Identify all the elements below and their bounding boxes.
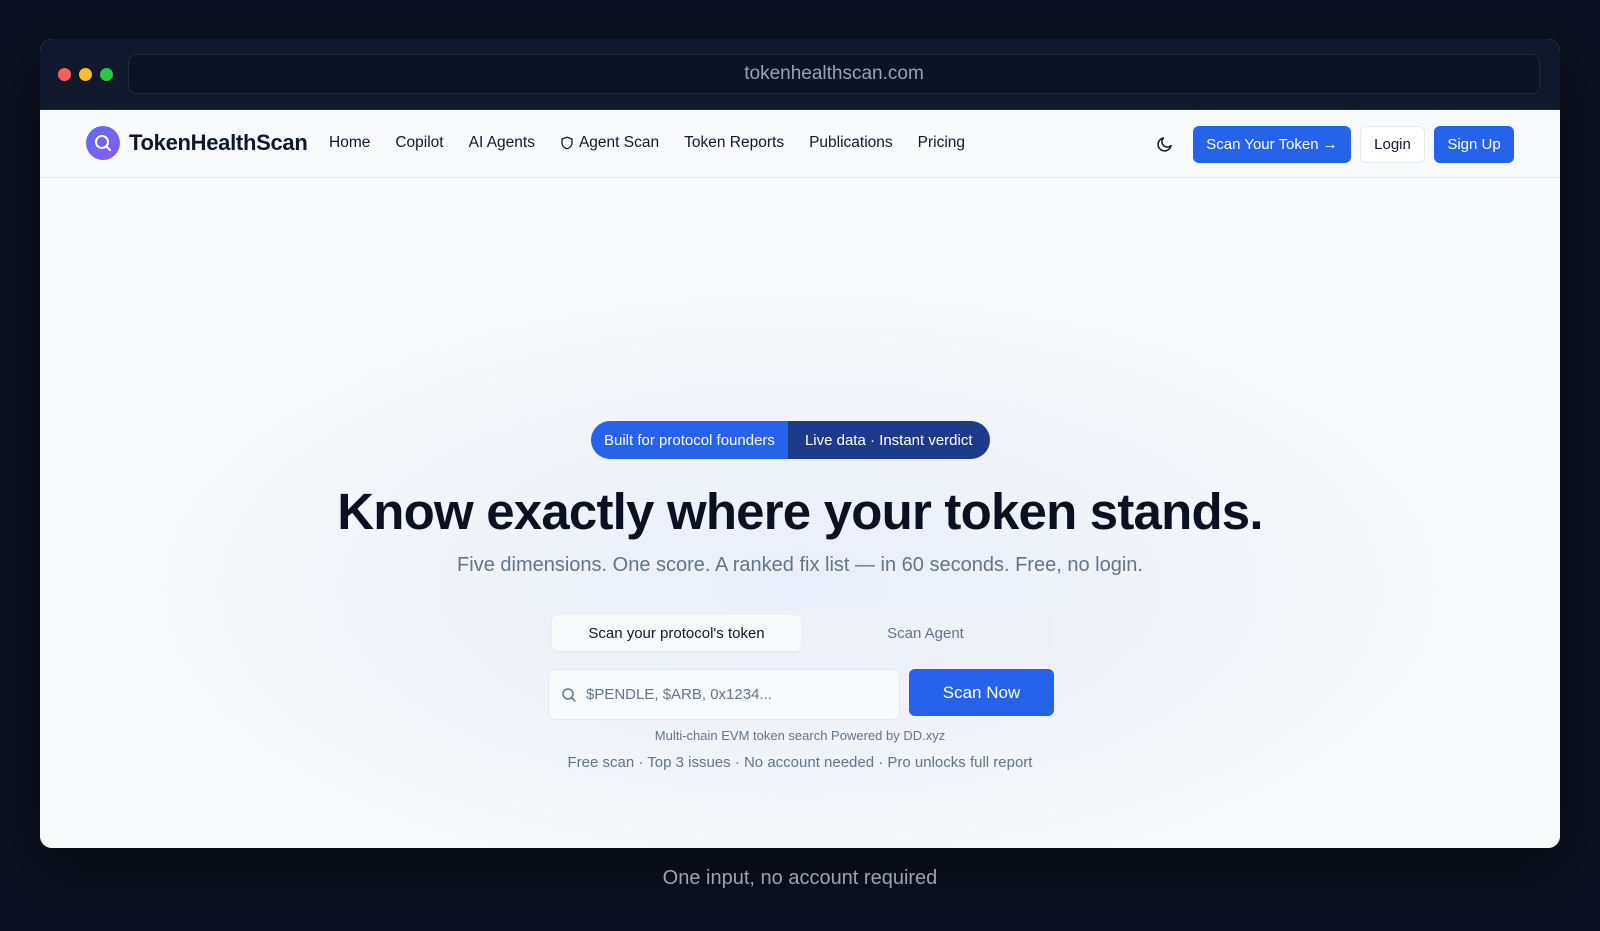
theme-toggle-button[interactable] bbox=[1153, 132, 1177, 156]
nav-links: Home Copilot AI Agents Agent Scan Token … bbox=[329, 134, 990, 152]
badge-live-data: Live data · Instant verdict bbox=[787, 421, 990, 459]
hero-headline: Know exactly where your token stands. bbox=[337, 483, 1263, 540]
login-button[interactable]: Login bbox=[1360, 126, 1425, 163]
badge-founders: Built for protocol founders bbox=[591, 421, 788, 459]
nav-link-publications[interactable]: Publications bbox=[809, 134, 893, 152]
hero-section: Built for protocol founders Live data · … bbox=[40, 179, 1560, 848]
address-bar-url: tokenhealthscan.com bbox=[744, 63, 924, 84]
brand-name[interactable]: TokenHealthScan bbox=[129, 130, 308, 156]
features-text: Free scan · Top 3 issues · No account ne… bbox=[567, 754, 1033, 771]
maximize-window-button[interactable] bbox=[100, 68, 113, 81]
shield-icon bbox=[561, 136, 573, 150]
sign-up-button[interactable]: Sign Up bbox=[1434, 126, 1514, 163]
nav-link-pricing[interactable]: Pricing bbox=[918, 134, 965, 152]
token-search-box bbox=[548, 669, 900, 720]
magnifier-icon[interactable] bbox=[86, 126, 120, 160]
scan-your-token-button[interactable]: Scan Your Token → bbox=[1193, 126, 1351, 163]
hero-badge: Built for protocol founders Live data · … bbox=[591, 421, 990, 459]
browser-window: tokenhealthscan.com TokenHealthScan Home… bbox=[40, 39, 1560, 848]
hero-subhead: Five dimensions. One score. A ranked fix… bbox=[457, 554, 1143, 576]
site-navbar: TokenHealthScan Home Copilot AI Agents A… bbox=[40, 110, 1560, 178]
nav-link-agent-scan[interactable]: Agent Scan bbox=[560, 134, 659, 152]
minimize-window-button[interactable] bbox=[79, 68, 92, 81]
close-window-button[interactable] bbox=[58, 68, 71, 81]
screenshot-caption: One input, no account required bbox=[662, 867, 938, 889]
nav-link-ai-agents[interactable]: AI Agents bbox=[469, 134, 535, 152]
nav-link-token-reports[interactable]: Token Reports bbox=[684, 134, 784, 152]
moon-icon bbox=[1157, 137, 1172, 152]
nav-link-agent-scan-label: Agent Scan bbox=[578, 134, 660, 151]
browser-titlebar: tokenhealthscan.com bbox=[40, 39, 1560, 110]
search-icon bbox=[562, 687, 576, 702]
nav-link-copilot[interactable]: Copilot bbox=[395, 134, 443, 152]
nav-link-home[interactable]: Home bbox=[329, 134, 370, 152]
powered-by-text: Multi-chain EVM token search Powered by … bbox=[654, 728, 946, 743]
address-bar[interactable]: tokenhealthscan.com bbox=[128, 54, 1540, 94]
tab-scan-token[interactable]: Scan your protocol's token bbox=[552, 615, 801, 651]
token-search-input[interactable] bbox=[586, 686, 876, 703]
scan-mode-tabs: Scan your protocol's token Scan Agent bbox=[548, 611, 1054, 655]
scan-now-button[interactable]: Scan Now bbox=[909, 669, 1054, 716]
tab-scan-agent[interactable]: Scan Agent bbox=[801, 615, 1050, 651]
